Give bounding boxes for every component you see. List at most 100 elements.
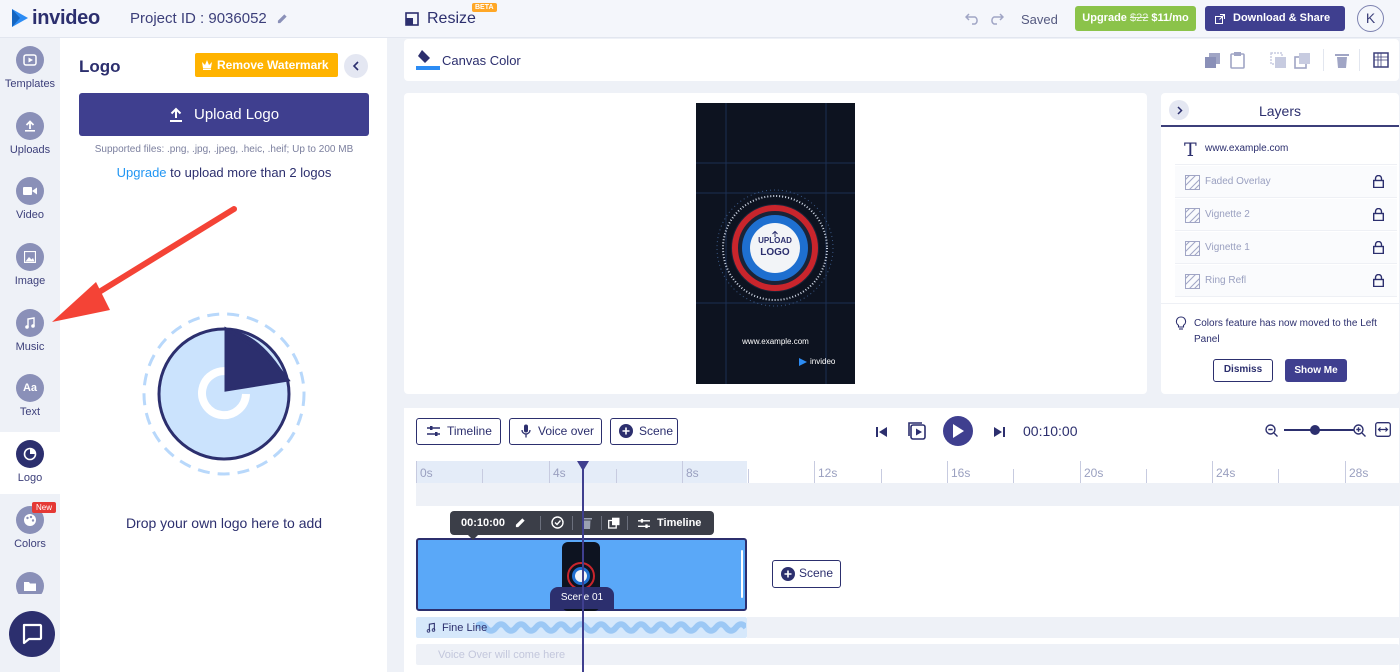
paste-icon[interactable] <box>1230 51 1245 69</box>
download-share-button[interactable]: Download & Share <box>1205 6 1345 31</box>
lock-icon[interactable] <box>1373 274 1384 287</box>
nav-logo[interactable]: Logo <box>0 432 60 494</box>
image-layer-icon <box>1185 274 1200 289</box>
ruler-tick: 28s <box>1345 461 1368 483</box>
trash-icon[interactable] <box>1335 52 1349 68</box>
logo-dropzone-illustration[interactable] <box>140 310 308 478</box>
nav-text[interactable]: Aa Text <box>0 366 60 428</box>
colors-tip: Colors feature has now moved to the Left… <box>1161 303 1399 394</box>
lightbulb-icon <box>1175 316 1187 330</box>
lock-icon[interactable] <box>1373 208 1384 221</box>
ruler-minor-tick <box>1278 469 1279 483</box>
time-ruler[interactable]: 0s 4s 8s 12s 16s 20s 24s 28s <box>416 461 1399 483</box>
nav-colors[interactable]: New Colors <box>0 498 60 560</box>
clip-timeline-label[interactable]: Timeline <box>657 517 701 529</box>
layer-row[interactable]: Vignette 1 <box>1175 232 1397 264</box>
voiceover-track[interactable]: Voice Over will come here <box>416 644 1399 665</box>
play-icon <box>953 424 964 438</box>
ruler-tick: 4s <box>549 461 566 483</box>
scene-button-label: Scene <box>639 424 674 438</box>
remove-watermark-button[interactable]: Remove Watermark <box>195 53 338 77</box>
remove-watermark-label: Remove Watermark <box>217 58 329 72</box>
grid-icon[interactable] <box>1373 52 1389 68</box>
zoom-slider-handle[interactable] <box>1310 425 1320 435</box>
clip-duration[interactable]: 00:10:00 <box>461 517 505 529</box>
edit-duration-icon[interactable] <box>515 517 526 528</box>
canvas-preview: UPLOAD LOGO www.example.com invideo <box>404 93 1147 394</box>
show-me-button[interactable]: Show Me <box>1285 359 1347 382</box>
microphone-icon <box>521 424 531 438</box>
folder-icon <box>16 572 44 594</box>
layer-row[interactable]: Ring Refl <box>1175 265 1397 297</box>
invideo-logo-icon[interactable] <box>10 8 30 28</box>
zoom-in-icon[interactable] <box>1353 424 1366 437</box>
ruler-tick: 8s <box>682 461 699 483</box>
ruler-tick: 12s <box>814 461 837 483</box>
ruler-minor-tick <box>482 469 483 483</box>
nav-text-label: Text <box>19 406 41 418</box>
playhead[interactable] <box>582 461 584 672</box>
playhead-handle[interactable] <box>577 461 589 471</box>
layer-name: Faded Overlay <box>1205 176 1271 187</box>
playback-time: 00:10:00 <box>1023 423 1078 439</box>
play-button[interactable] <box>943 416 973 446</box>
voice-over-button[interactable]: Voice over <box>509 418 602 445</box>
layers-title: Layers <box>1258 103 1302 119</box>
left-nav: Templates Uploads Video Image Music Aa T… <box>0 38 60 672</box>
image-layer-icon <box>1185 241 1200 256</box>
audio-track-label: Fine Line <box>442 622 488 634</box>
upgrade-link[interactable]: Upgrade <box>117 165 167 180</box>
layer-row[interactable]: T www.example.com <box>1175 133 1397 165</box>
plus-circle-icon <box>781 567 795 581</box>
lock-icon[interactable] <box>1373 175 1384 188</box>
bring-forward-icon[interactable] <box>1204 52 1221 69</box>
undo-icon[interactable] <box>965 11 980 25</box>
resize-icon[interactable] <box>405 12 419 26</box>
duplicate-clip-icon[interactable] <box>608 517 620 529</box>
layer-row[interactable]: Faded Overlay <box>1175 166 1397 198</box>
layer-row[interactable]: Vignette 2 <box>1175 199 1397 231</box>
paint-bucket-icon[interactable] <box>416 48 440 70</box>
fit-width-icon[interactable] <box>1375 422 1391 437</box>
preview-scene-icon[interactable] <box>908 422 927 441</box>
text-layer-icon: T <box>1184 139 1197 161</box>
add-scene-label: Scene <box>799 566 834 580</box>
transition-icon[interactable] <box>551 516 564 529</box>
layers-header: Layers <box>1161 93 1399 127</box>
duplicate-icon[interactable] <box>1294 52 1311 69</box>
dismiss-button[interactable]: Dismiss <box>1213 359 1273 382</box>
upload-logo-button[interactable]: Upload Logo <box>79 93 369 136</box>
user-avatar[interactable]: K <box>1357 5 1384 32</box>
add-scene-button[interactable]: Scene <box>772 560 841 588</box>
zoom-out-icon[interactable] <box>1265 424 1278 437</box>
timeline-button[interactable]: Timeline <box>416 418 501 445</box>
ruler-tick: 24s <box>1212 461 1235 483</box>
canvas-color-label[interactable]: Canvas Color <box>442 53 521 68</box>
lock-icon[interactable] <box>1373 241 1384 254</box>
nav-uploads[interactable]: Uploads <box>0 104 60 166</box>
add-scene-top-button[interactable]: Scene <box>610 418 678 445</box>
video-frame[interactable]: UPLOAD LOGO www.example.com invideo <box>696 103 855 384</box>
chat-support-button[interactable] <box>9 611 55 657</box>
clip-resize-handle[interactable] <box>741 550 743 598</box>
redo-icon[interactable] <box>989 11 1004 25</box>
send-backward-icon[interactable] <box>1270 52 1287 69</box>
audio-lane <box>747 617 1399 638</box>
timeline-sliders-icon[interactable] <box>638 518 650 529</box>
skip-back-icon[interactable] <box>876 426 888 438</box>
layer-name: www.example.com <box>1205 143 1289 154</box>
skip-forward-icon[interactable] <box>993 426 1005 438</box>
timeline-lane <box>416 483 1399 506</box>
resize-button[interactable]: Resize <box>427 10 476 28</box>
chat-icon <box>22 623 43 645</box>
brand-name[interactable]: invideo <box>32 7 100 30</box>
toolbar-divider <box>1359 49 1360 71</box>
edit-pencil-icon[interactable] <box>277 13 288 24</box>
collapse-panel-button[interactable] <box>344 54 368 78</box>
upgrade-button[interactable]: Upgrade $22 $11/mo <box>1075 6 1196 31</box>
nav-more[interactable] <box>0 564 60 594</box>
logo-panel: Logo Remove Watermark Upload Logo Suppor… <box>60 38 387 672</box>
nav-templates[interactable]: Templates <box>0 38 60 100</box>
voiceover-placeholder: Voice Over will come here <box>438 649 566 661</box>
video-icon <box>16 177 44 205</box>
